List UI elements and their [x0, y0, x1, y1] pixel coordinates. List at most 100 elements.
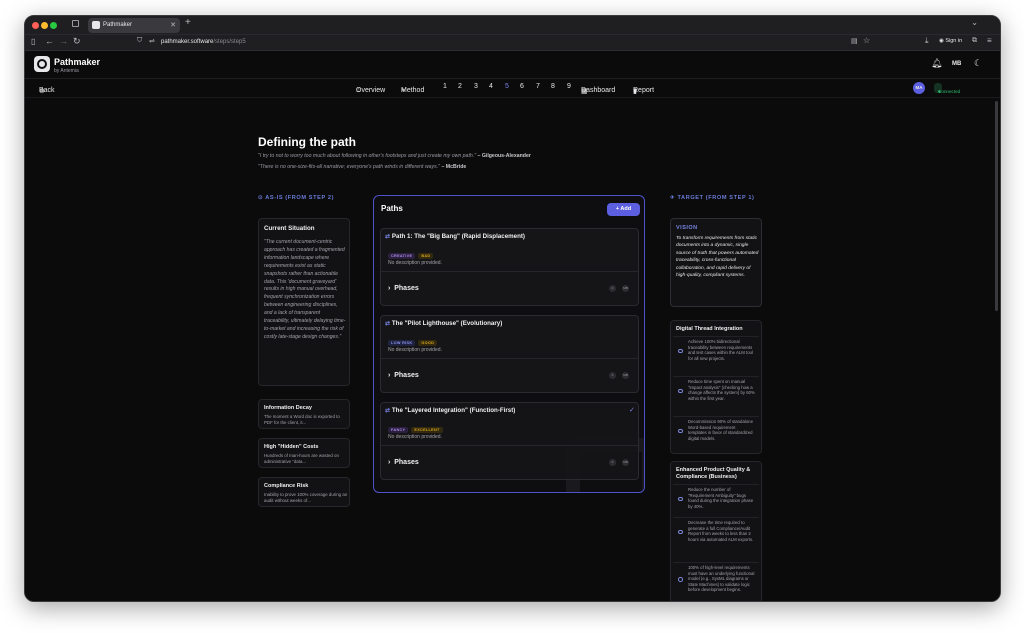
goal-item[interactable]: Reduce time spent on manual "impact anal… — [673, 376, 759, 404]
step-link-4[interactable]: 4 — [489, 83, 493, 90]
pathmaker-logo[interactable] — [34, 56, 50, 72]
step-link-3[interactable]: 3 — [474, 83, 478, 90]
browser-toolbar: ▯ ← → ↻ ⛉ ⇌ pathmaker.software/steps/ste… — [25, 35, 1000, 51]
goal-item[interactable]: Decommission 90% of standalone Word-base… — [673, 416, 759, 444]
phase-count-badge: 0 — [609, 459, 616, 466]
close-tab-icon[interactable]: ✕ — [170, 18, 176, 33]
quote-2-text: "There is no one-size-fits-all narrative… — [258, 164, 440, 170]
page-title: Defining the path — [258, 135, 356, 149]
maximize-window-button[interactable] — [50, 22, 57, 29]
paths-panel: Paths + Add ⇄ Path 1: The "Big Bang" (Ra… — [373, 195, 645, 493]
vision-label: VISION — [676, 225, 698, 231]
url-field[interactable]: pathmaker.software/steps/step5 — [161, 39, 246, 45]
shield-icon[interactable]: ⛉ — [137, 37, 142, 45]
goal-circle-icon — [678, 348, 683, 354]
goal-circle-icon — [678, 577, 683, 582]
step-navigation: ⊖ Back ⁝⁝ Overview » Method 1 2 3 4 5 6 … — [25, 79, 1000, 98]
current-situation-text: "The current document-centric approach h… — [264, 239, 346, 340]
notification-bell-icon[interactable]: 🔔︎ — [931, 58, 942, 69]
browser-tab[interactable]: Pathmaker ✕ — [88, 18, 180, 33]
goal-item[interactable]: Reduce the number of "Requirement Ambigu… — [673, 484, 759, 512]
as-is-item-text: Hundreds of man-hours are wasted on admi… — [264, 453, 339, 464]
step-link-9[interactable]: 9 — [567, 83, 571, 90]
goal-item[interactable]: 100% of high-level requirements must hav… — [673, 562, 759, 596]
step-link-8[interactable]: 8 — [551, 83, 555, 90]
step-link-5-active[interactable]: 5 — [505, 83, 509, 90]
sign-in-button[interactable]: ◉ Sign in — [939, 38, 962, 44]
as-is-item-title: High "Hidden" Costs — [264, 444, 319, 450]
app-byline: by Antemia — [54, 68, 79, 74]
step-link-7[interactable]: 7 — [536, 83, 540, 90]
current-situation-card: Current Situation "The current document-… — [258, 218, 350, 386]
extensions-icon[interactable]: ⧉ — [972, 37, 977, 45]
back-arrow-icon[interactable]: ← — [45, 36, 54, 46]
sidebar-toggle-icon[interactable]: ▯ — [31, 37, 35, 46]
as-is-item-text: The moment a Word doc is exported to PDF… — [264, 414, 340, 425]
divider — [381, 445, 638, 446]
tab-overview-icon[interactable] — [72, 20, 79, 27]
download-icon[interactable]: ⤓ — [925, 36, 929, 46]
path-card[interactable]: ⇄ Path 1: The "Big Bang" (Rapid Displace… — [380, 228, 639, 306]
phases-toggle[interactable]: › Phases — [388, 459, 419, 466]
path-tag: CREATIVE — [388, 253, 416, 259]
minimize-window-button[interactable] — [41, 22, 48, 29]
phase-owner-avatar: MB — [622, 285, 629, 292]
path-title-row: ⇄ Path 1: The "Big Bang" (Rapid Displace… — [385, 233, 525, 240]
theme-toggle-moon-icon[interactable]: ☾ — [974, 58, 982, 69]
add-path-button[interactable]: + Add — [607, 203, 640, 216]
phase-count-badge: 0 — [609, 285, 616, 292]
browser-window: Pathmaker ✕ + ⌄ ▯ ← → ↻ ⛉ ⇌ pathmaker.so… — [24, 15, 1001, 602]
dashboard-label: Dashboard — [581, 87, 616, 94]
as-is-item-card[interactable]: Information Decay The moment a Word doc … — [258, 399, 350, 429]
path-card-selected[interactable]: ⇄ The "Layered Integration" (Function-Fi… — [380, 402, 639, 480]
menu-icon[interactable]: ≡ — [987, 36, 992, 45]
url-path: /steps/step5 — [213, 39, 246, 45]
goal-text: Reduce time spent on manual "impact anal… — [688, 379, 755, 401]
path-title: The "Pilot Lighthouse" (Evolutionary) — [391, 320, 503, 327]
close-window-button[interactable] — [32, 22, 39, 29]
add-label: Add — [620, 206, 632, 212]
reader-view-icon[interactable]: ▤ — [851, 37, 858, 45]
bookmark-star-icon[interactable]: ☆ — [863, 36, 870, 45]
forward-arrow-icon[interactable]: → — [59, 36, 68, 46]
step-link-1[interactable]: 1 — [443, 83, 447, 90]
phase-owner-avatar: MB — [622, 372, 629, 379]
reload-icon[interactable]: ↻ — [73, 36, 81, 47]
path-tag: LOW RISK — [388, 340, 416, 346]
paths-heading: Paths — [381, 204, 403, 213]
new-tab-icon[interactable]: + — [185, 17, 191, 28]
step-link-6[interactable]: 6 — [520, 83, 524, 90]
quote-1: "I try to not to worry too much about fo… — [258, 153, 531, 159]
goal-circle-icon — [678, 388, 683, 394]
path-rating-tag: GOOD — [418, 340, 438, 346]
vision-text: To transform requirements from static do… — [676, 236, 759, 279]
phases-toggle[interactable]: › Phases — [388, 372, 419, 379]
path-rating-tag: BAD — [418, 253, 434, 259]
phases-label: Phases — [394, 372, 419, 379]
path-title-row: ⇄ The "Pilot Lighthouse" (Evolutionary) — [385, 320, 502, 327]
target-group-title: Enhanced Product Quality & Compliance (B… — [676, 467, 751, 480]
site-info-icon[interactable]: ⇌ — [149, 37, 155, 45]
goal-item[interactable]: Achieve 100% bidirectional traceability … — [673, 336, 759, 364]
quote-1-author: – Gilgeous-Alexander — [477, 153, 531, 159]
connection-status-badge: ● Connected — [934, 83, 960, 94]
as-is-item-card[interactable]: High "Hidden" Costs Hundreds of man-hour… — [258, 438, 350, 468]
step-link-2[interactable]: 2 — [458, 83, 462, 90]
path-card[interactable]: ⇄ The "Pilot Lighthouse" (Evolutionary) … — [380, 315, 639, 393]
as-is-item-title: Compliance Risk — [264, 483, 309, 489]
phases-label: Phases — [394, 285, 419, 292]
page-scrollbar[interactable] — [995, 101, 998, 311]
app-root: Pathmaker by Antemia 🔔︎ MB ☾ ⊖ Back ⁝⁝ O… — [25, 51, 1000, 601]
phases-label: Phases — [394, 459, 419, 466]
tab-list-chevron-icon[interactable]: ⌄ — [971, 18, 978, 27]
avatar[interactable]: MA — [913, 82, 925, 94]
as-is-item-title: Information Decay — [264, 405, 312, 411]
target-group-title: Digital Thread Integration — [676, 326, 743, 332]
current-situation-title: Current Situation — [264, 225, 315, 232]
user-initials[interactable]: MB — [952, 61, 961, 67]
app-name: Pathmaker — [54, 57, 101, 67]
as-is-item-card[interactable]: Compliance Risk Inability to prove 100% … — [258, 477, 350, 507]
goal-item[interactable]: Decrease the time required to generate a… — [673, 517, 759, 545]
phases-toggle[interactable]: › Phases — [388, 285, 419, 292]
goal-text: Achieve 100% bidirectional traceability … — [688, 339, 753, 361]
